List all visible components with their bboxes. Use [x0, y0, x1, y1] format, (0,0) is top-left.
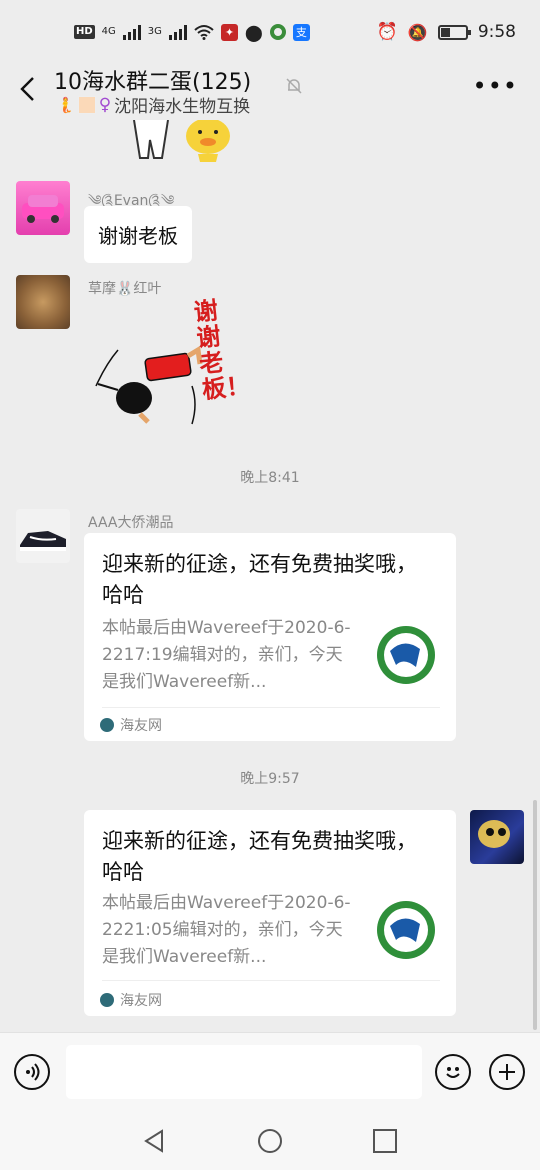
- avatar-self[interactable]: [470, 810, 524, 864]
- signal-icon-2: [168, 24, 187, 40]
- card-description: 本帖最后由Wavereef于2020-6-2217:19编辑对的，亲们，今天是我…: [102, 618, 351, 692]
- battery-icon: [437, 24, 471, 40]
- alarm-icon: ⏰: [376, 22, 398, 42]
- signal-icon-1: [122, 24, 141, 40]
- status-bar: HD 4G 3G ✦ ⬤ 支 ⏰ 🔕 9:58: [0, 0, 540, 64]
- source-logo-icon: [100, 718, 114, 732]
- card-source-name: 海友网: [120, 718, 162, 734]
- sticker-bowing-figure: [95, 345, 203, 425]
- hd-indicator: HD: [74, 25, 95, 39]
- avatar-hongye[interactable]: [16, 275, 70, 329]
- chat-subtitle: 沈阳海水生物互换: [114, 97, 251, 117]
- browser-icon: [269, 24, 286, 40]
- card-source-name: 海友网: [120, 993, 162, 1009]
- avatar-evan[interactable]: [16, 181, 70, 235]
- female-symbol-icon: ♀: [98, 94, 112, 115]
- penguin-icon: ⬤: [244, 22, 263, 42]
- card-thumbnail-logo-icon: [377, 901, 435, 959]
- voice-input-button[interactable]: [14, 1054, 50, 1090]
- more-functions-button[interactable]: [489, 1054, 525, 1090]
- network-4g-label: 4G: [101, 26, 116, 37]
- message-bubble[interactable]: 谢谢老板: [84, 206, 192, 263]
- app-notification-icon: ✦: [220, 23, 238, 41]
- mute-icon: [286, 78, 302, 94]
- input-bar: [0, 1032, 540, 1114]
- nav-recents-icon[interactable]: [372, 1128, 398, 1154]
- battery-level-fill: [440, 27, 450, 37]
- card-description: 本帖最后由Wavereef于2020-6-2221:05编辑对的，亲们，今天是我…: [102, 893, 351, 967]
- timestamp-divider: 晚上9:57: [240, 771, 300, 787]
- smiley-icon: [446, 1067, 460, 1078]
- status-time: 9:58: [477, 22, 516, 42]
- status-icons-left: HD 4G 3G ✦ ⬤ 支: [74, 23, 310, 42]
- emoji-square-icon: [77, 95, 96, 114]
- voice-icon: [26, 1063, 40, 1081]
- network-3g-label: 3G: [147, 26, 162, 37]
- link-card[interactable]: 迎来新的征途，还有免费抽奖哦，哈哈 本帖最后由Wavereef于2020-6-2…: [84, 533, 456, 741]
- mute-bell-icon: 🔕: [407, 22, 428, 42]
- card-source: 海友网: [100, 715, 162, 735]
- message-input[interactable]: [66, 1045, 422, 1099]
- chat-scrollbar[interactable]: [533, 800, 537, 1030]
- card-divider: [102, 980, 440, 981]
- card-source: 海友网: [100, 990, 162, 1010]
- back-icon[interactable]: [14, 74, 44, 104]
- nav-back-icon[interactable]: [142, 1128, 168, 1154]
- more-options-icon[interactable]: •••: [473, 72, 518, 100]
- sticker-partial-top: [133, 120, 230, 162]
- plus-icon: [499, 1064, 515, 1080]
- card-thumbnail-logo-icon: [377, 626, 435, 684]
- chat-subtitle-row: 🧜 ♀ 沈阳海水生物互换: [56, 92, 251, 118]
- status-icons-right: ⏰ 🔕 9:58: [377, 22, 516, 42]
- mermaid-emoji-icon: 🧜: [56, 95, 75, 114]
- timestamp-divider: 晚上8:41: [240, 470, 300, 486]
- wifi-icon: [194, 25, 214, 40]
- sender-name: AAA大侨潮品: [88, 515, 174, 531]
- card-title: 迎来新的征途，还有免费抽奖哦，哈哈: [102, 552, 417, 607]
- chat-header: 10海水群二蛋(125) 🧜 ♀ 沈阳海水生物互换 •••: [0, 64, 540, 120]
- emoji-button[interactable]: [435, 1054, 471, 1090]
- avatar-aaa[interactable]: [16, 509, 70, 563]
- link-card[interactable]: 迎来新的征途，还有免费抽奖哦，哈哈 本帖最后由Wavereef于2020-6-2…: [84, 810, 456, 1016]
- card-title: 迎来新的征途，还有免费抽奖哦，哈哈: [102, 829, 417, 884]
- system-navigation-bar: [0, 1114, 540, 1170]
- source-logo-icon: [100, 993, 114, 1007]
- nav-home-icon[interactable]: [257, 1128, 283, 1154]
- alipay-icon: 支: [292, 23, 310, 41]
- message-text: 谢谢老板: [98, 224, 178, 248]
- sticker-message[interactable]: 谢谢老板！: [88, 294, 251, 434]
- card-divider: [102, 707, 440, 708]
